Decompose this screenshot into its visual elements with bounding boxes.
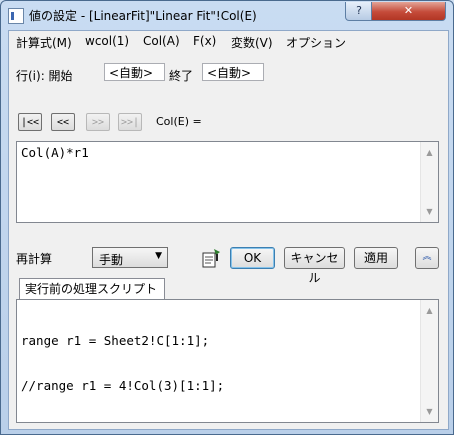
last-column-button[interactable]: >>| <box>118 113 142 131</box>
scroll-down-icon[interactable]: ▼ <box>421 403 438 420</box>
script-tool-icon[interactable] <box>200 247 222 269</box>
scroll-down-icon[interactable]: ▼ <box>421 203 438 220</box>
scroll-up-icon[interactable]: ▲ <box>421 144 438 161</box>
scroll-up-icon[interactable]: ▲ <box>421 302 438 319</box>
help-button[interactable]: ? <box>345 2 373 21</box>
formula-scrollbar[interactable]: ▲ ▼ <box>420 142 438 222</box>
apply-button[interactable]: 適用 <box>354 247 398 269</box>
close-icon: ✕ <box>403 4 414 17</box>
formula-text: Col(A)*r1 <box>21 145 89 160</box>
last-icon: >>| <box>120 117 140 128</box>
script-line: range r1 = Sheet2!C[1:1]; <box>21 333 210 348</box>
recalculate-mode-value: 手動 <box>99 253 124 267</box>
menu-variables[interactable]: 変数(V) <box>231 34 273 51</box>
close-button[interactable]: ✕ <box>371 2 446 21</box>
previous-column-button[interactable]: << <box>51 113 75 131</box>
recalculate-mode-select[interactable]: 手動 ▼ <box>92 247 168 268</box>
menu-formula[interactable]: 計算式(M) <box>16 34 72 51</box>
title-bar[interactable]: 値の設定 - [LinearFit]"Linear Fit"!Col(E) ? … <box>1 1 453 31</box>
first-column-button[interactable]: |<< <box>18 113 42 131</box>
cancel-button[interactable]: キャンセル <box>284 247 345 285</box>
tab-before-script[interactable]: 実行前の処理スクリプト <box>19 278 165 299</box>
chevron-down-icon: ▼ <box>155 251 162 261</box>
menu-col[interactable]: Col(A) <box>143 34 180 48</box>
script-scrollbar[interactable]: ▲ ▼ <box>420 300 438 422</box>
dialog-client-area: 計算式(M) wcol(1) Col(A) F(x) 変数(V) オプション 行… <box>8 30 449 430</box>
script-editor[interactable]: range r1 = Sheet2!C[1:1]; //range r1 = 4… <box>16 299 439 423</box>
dialog-window: 値の設定 - [LinearFit]"Linear Fit"!Col(E) ? … <box>0 0 454 435</box>
collapse-button[interactable]: ︽ <box>415 247 439 269</box>
app-icon <box>8 8 24 24</box>
column-label: Col(E) = <box>156 115 202 128</box>
next-column-button[interactable]: >> <box>86 113 110 131</box>
help-icon: ? <box>356 4 362 17</box>
double-chevron-up-icon: ︽ <box>422 252 432 262</box>
row-end-input[interactable]: <自動> <box>202 63 264 81</box>
recalculate-label: 再計算 <box>16 252 53 266</box>
menu-bar: 計算式(M) wcol(1) Col(A) F(x) 変数(V) オプション <box>9 31 448 51</box>
script-line: //range r1 = 4!Col(3)[1:1]; <box>21 378 225 393</box>
window-title: 値の設定 - [LinearFit]"Linear Fit"!Col(E) <box>29 9 257 23</box>
next-icon: >> <box>91 117 105 128</box>
formula-editor[interactable]: Col(A)*r1 ▲ ▼ <box>16 141 439 223</box>
ok-button[interactable]: OK <box>230 247 275 269</box>
first-icon: |<< <box>20 117 40 128</box>
row-end-label: 終了 <box>169 69 194 83</box>
row-start-input[interactable]: <自動> <box>104 63 165 81</box>
menu-options[interactable]: オプション <box>286 34 346 51</box>
previous-icon: << <box>56 117 70 128</box>
menu-fx[interactable]: F(x) <box>193 34 216 48</box>
row-start-label: 行(i): 開始 <box>16 69 73 83</box>
menu-wcol[interactable]: wcol(1) <box>85 34 129 48</box>
script-text: range r1 = Sheet2!C[1:1]; //range r1 = 4… <box>21 303 224 423</box>
